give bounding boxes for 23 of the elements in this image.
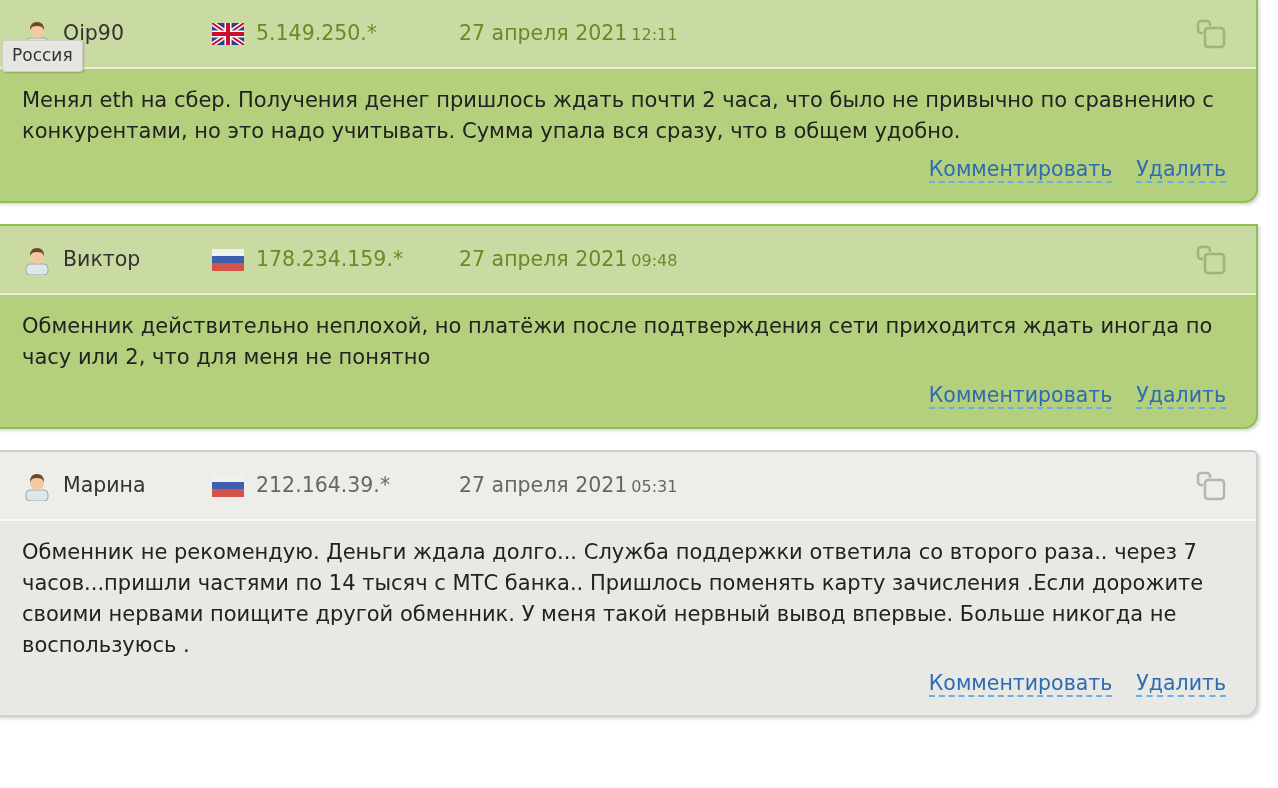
copy-icon[interactable] — [1196, 244, 1226, 275]
flag-icon — [212, 22, 244, 45]
review-date: 27 апреля 2021 05:31 — [459, 472, 678, 500]
review-text: Обменник не рекомендую. Деньги ждала долго... Служба поддержки ответила со второго раза.. через 7 часов...пришли частями по 14 тысяч с МТС банка.. Пришлось поменять карту зачисления .Если дорожите своими нервами поищите другой обменник. У меня такой нервный вывод впервые. Больше никогда не воспользуюсь . — [21, 539, 1205, 659]
action-link[interactable]: Комментировать — [928, 671, 1113, 697]
action-link[interactable]: Комментировать — [928, 383, 1113, 409]
action-link[interactable]: Удалить — [1136, 671, 1226, 697]
ip-address: 178.234.159.* — [256, 246, 404, 274]
ip-address: 212.164.39.* — [256, 472, 391, 500]
review-date: 27 апреля 2021 12:11 — [459, 20, 678, 48]
tooltip: Россия — [2, 40, 83, 72]
author-name: Виктор — [63, 246, 141, 274]
copy-icon[interactable] — [1196, 470, 1226, 501]
copy-icon[interactable] — [1196, 18, 1226, 49]
action-link[interactable]: Удалить — [1136, 157, 1226, 183]
ip-address: 5.149.250.* — [256, 20, 378, 48]
review-text: Менял eth на сбер. Получения денег пришлось ждать почти 2 часа, что было не привычно по сравнению с конкурентами, но это надо учитывать. Сумма упала вся сразу, что в общем удобно. — [21, 87, 1215, 145]
author-name: Марина — [63, 472, 146, 500]
action-link[interactable]: Комментировать — [928, 157, 1113, 183]
review-text: Обменник действительно неплохой, но платёжи после подтверждения сети приходится ждать иногда по часу или 2, что для меня не понятно — [21, 313, 1214, 371]
flag-icon — [212, 248, 244, 271]
action-link[interactable]: Удалить — [1136, 383, 1226, 409]
review-date: 27 апреля 2021 09:48 — [459, 246, 678, 274]
